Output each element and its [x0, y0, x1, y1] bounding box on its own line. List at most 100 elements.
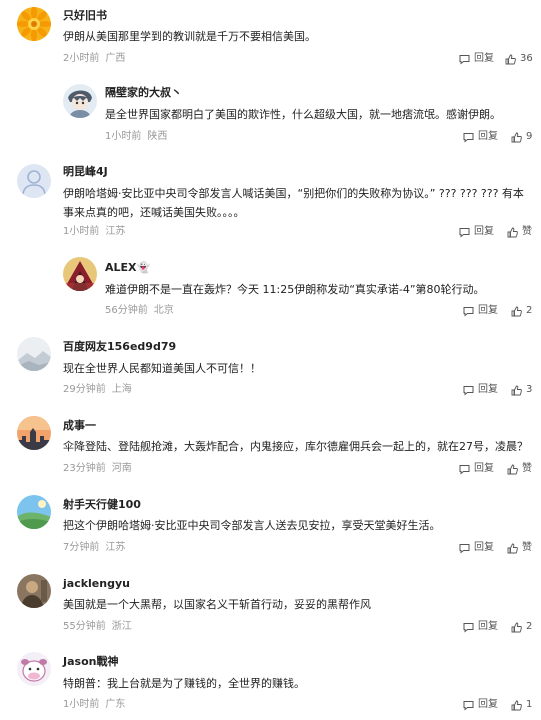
comment-location: 北京	[153, 305, 174, 316]
like-count: 2	[526, 621, 533, 632]
comment-meta: 7分钟前 江苏	[63, 541, 125, 555]
reply-button[interactable]: 回复	[459, 541, 494, 555]
reply-button[interactable]: 回复	[463, 383, 498, 397]
comment-text: 伞降登陆、登陆舰抢滩，大轰炸配合，内鬼接应，库尔德雇佣兵会一起上的，就在27号，…	[63, 440, 528, 453]
comment-location: 陕西	[147, 131, 168, 142]
comment-time: 7分钟前	[63, 542, 100, 553]
comment-text: 美国就是一个大黑帮，以国家名义干斩首行动，妥妥的黑帮作风	[63, 598, 371, 611]
like-button[interactable]: 1	[511, 698, 532, 712]
comment-location: 广西	[105, 53, 126, 64]
reply-button[interactable]: 回复	[463, 304, 498, 318]
comment-time: 1小时前	[105, 131, 142, 142]
comment-location: 浙江	[111, 621, 132, 632]
thumbs-up-icon	[507, 227, 518, 237]
hooded-figure-avatar-icon[interactable]	[63, 257, 97, 291]
like-button[interactable]: 3	[511, 383, 532, 397]
username[interactable]: Jason戰神	[63, 655, 118, 669]
default-user-avatar-icon[interactable]	[17, 164, 51, 198]
username[interactable]: 百度网友156ed9d79	[63, 340, 176, 354]
comment-time: 2小时前	[63, 53, 100, 64]
comment-text: 特朗普：我上台就是为了赚钱的，全世界的赚钱。	[63, 677, 305, 690]
comment-text: 把这个伊朗哈塔姆·安比亚中央司令部发言人送去见安拉，享受天堂美好生活。	[63, 519, 441, 532]
comment-time: 1小时前	[63, 226, 100, 237]
comment-text: 现在全世界人民都知道美国人不可信！！	[63, 362, 261, 375]
comment-location: 江苏	[105, 542, 126, 553]
comment-meta: 55分钟前 浙江	[63, 620, 132, 634]
reply-label: 回复	[474, 226, 494, 237]
like-button[interactable]: 2	[511, 304, 532, 318]
comment-meta: 2小时前 广西	[63, 52, 125, 66]
reply-button[interactable]: 回复	[463, 130, 498, 144]
reply-icon	[463, 700, 474, 711]
reply-label: 回复	[478, 621, 498, 632]
username[interactable]: 明昆峰4J	[63, 165, 108, 179]
comment-text: 伊朗从美国那里学到的教训就是千万不要相信美国。	[63, 30, 316, 43]
like-button[interactable]: 赞	[507, 462, 532, 476]
username[interactable]: 隔壁家的大叔丶	[105, 86, 182, 100]
reply-button[interactable]: 回复	[463, 698, 498, 712]
reply-icon	[459, 464, 470, 475]
reply-button[interactable]: 回复	[463, 620, 498, 634]
reply-button[interactable]: 回复	[459, 52, 494, 66]
reply-label: 回复	[474, 53, 494, 64]
reply-icon	[463, 132, 474, 143]
comment-meta: 23分钟前 河南	[63, 462, 132, 476]
like-button[interactable]: 36	[505, 52, 533, 66]
comment-text: 难道伊朗不是一直在轰炸？今天 11:25伊朗称发动“真实承诺-4”第80轮行动。	[105, 283, 485, 296]
cartoon-cow-avatar-icon[interactable]	[17, 652, 51, 686]
comment-time: 23分钟前	[63, 463, 106, 474]
comment-location: 河南	[111, 463, 132, 474]
username[interactable]: 射手天行健100	[63, 498, 141, 512]
comment-time: 56分钟前	[105, 305, 148, 316]
reply-button[interactable]: 回复	[459, 225, 494, 239]
thumbs-up-icon	[511, 700, 522, 710]
comment-location: 广东	[105, 699, 126, 710]
mountain-sky-avatar-icon[interactable]	[17, 337, 51, 371]
reply-label: 回复	[478, 131, 498, 142]
reply-icon	[459, 543, 470, 554]
reply-icon	[459, 227, 470, 238]
like-count: 赞	[522, 463, 532, 474]
comment-time: 1小时前	[63, 699, 100, 710]
like-button[interactable]: 赞	[507, 541, 532, 555]
anime-character-avatar-icon[interactable]	[63, 84, 97, 118]
orange-flower-avatar-icon[interactable]	[17, 7, 51, 41]
comment-location: 上海	[111, 384, 132, 395]
sunset-city-avatar-icon[interactable]	[17, 416, 51, 450]
thumbs-up-icon	[505, 54, 516, 64]
reply-label: 回复	[478, 305, 498, 316]
comment-text: 伊朗哈塔姆·安比亚中央司令部发言人喊话美国，“别把你们的失败称为协议。” ???…	[63, 187, 524, 219]
like-button[interactable]: 9	[511, 130, 532, 144]
like-button[interactable]: 2	[511, 620, 532, 634]
like-count: 3	[526, 384, 533, 395]
comment-meta: 1小时前 陕西	[105, 130, 167, 144]
comment-meta: 56分钟前 北京	[105, 304, 174, 318]
like-button[interactable]: 赞	[507, 225, 532, 239]
comment-text: 是全世界国家都明白了美国的欺诈性，什么超级大国，就一地痞流氓。感谢伊朗。	[105, 108, 501, 121]
reply-button[interactable]: 回复	[459, 462, 494, 476]
like-count: 1	[526, 699, 533, 710]
username[interactable]: ALEX👻	[105, 261, 150, 275]
sepia-photo-avatar-icon[interactable]	[17, 574, 51, 608]
like-count: 赞	[522, 226, 532, 237]
thumbs-up-icon	[511, 132, 522, 142]
thumbs-up-icon	[511, 385, 522, 395]
like-count: 2	[526, 305, 533, 316]
comment-meta: 29分钟前 上海	[63, 383, 132, 397]
reply-label: 回复	[478, 384, 498, 395]
username[interactable]: 只好旧书	[63, 9, 107, 23]
comment-time: 55分钟前	[63, 621, 106, 632]
comment-time: 29分钟前	[63, 384, 106, 395]
like-count: 9	[526, 131, 533, 142]
reply-icon	[463, 622, 474, 633]
username[interactable]: 成事一	[63, 419, 96, 433]
landscape-avatar-icon[interactable]	[17, 495, 51, 529]
like-count: 赞	[522, 542, 532, 553]
username[interactable]: jacklengyu	[63, 577, 130, 591]
thumbs-up-icon	[511, 622, 522, 632]
thumbs-up-icon	[511, 306, 522, 316]
like-count: 36	[520, 53, 533, 64]
reply-label: 回复	[478, 699, 498, 710]
comment-meta: 1小时前 广东	[63, 698, 125, 712]
reply-icon	[463, 385, 474, 396]
